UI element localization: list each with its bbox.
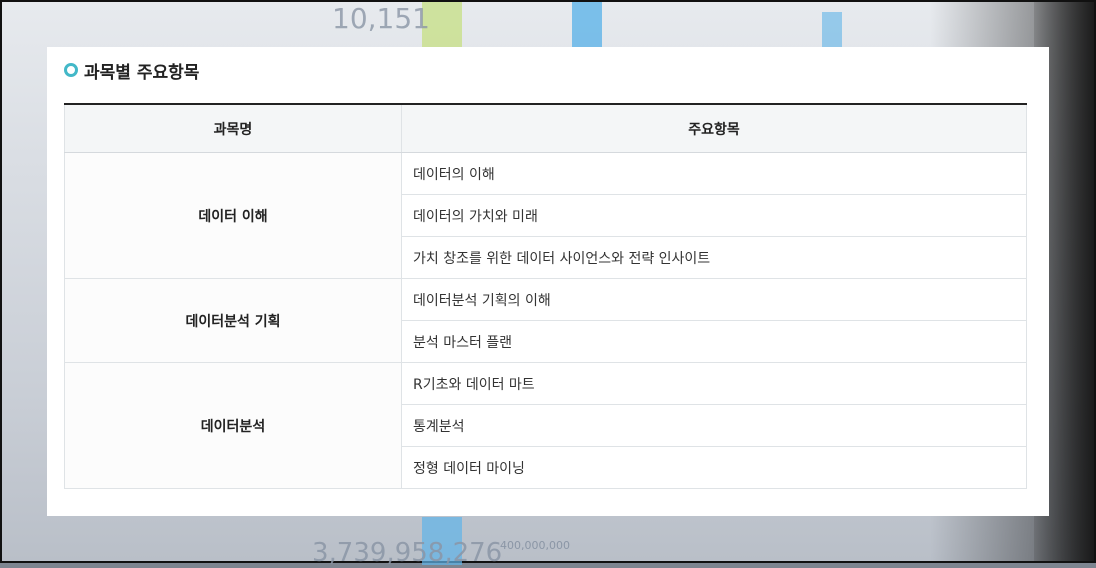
section-heading: 과목별 주요항목 — [64, 60, 200, 83]
table-row: 데이터분석 기획 데이터분석 기획의 이해 — [64, 278, 1027, 363]
table-row: 데이터 이해 데이터의 이해 — [64, 152, 1027, 279]
background-number: 10,151 — [332, 2, 430, 35]
background-number: 400,000,000 — [500, 539, 570, 552]
table-header-row: 과목명 주요항목 — [64, 103, 1027, 153]
item-cell: 데이터분석 기획의 이해 — [401, 278, 1027, 321]
table-row: 데이터분석 R기초와 데이터 마트 — [64, 362, 1027, 489]
subject-cell: 데이터분석 기획 — [64, 278, 402, 363]
header-subject: 과목명 — [64, 103, 402, 153]
ring-bullet-icon — [64, 63, 78, 77]
content-panel: 과목별 주요항목 과목명 주요항목 데이터 이해 데이터의 이해 데이터의 가치… — [47, 47, 1049, 516]
item-cell: 정형 데이터 마이닝 — [401, 446, 1027, 489]
item-cell: R기초와 데이터 마트 — [401, 362, 1027, 405]
item-cell: 분석 마스터 플랜 — [401, 320, 1027, 363]
subject-cell: 데이터분석 — [64, 362, 402, 489]
section-title: 과목별 주요항목 — [84, 62, 200, 83]
item-cell: 통계분석 — [401, 404, 1027, 447]
subject-table: 과목명 주요항목 데이터 이해 데이터의 이해 데이터의 가치와 미래 가치 창… — [64, 103, 1027, 489]
background-decor — [822, 12, 842, 50]
background-number: 3,739,958,276 — [312, 538, 503, 568]
item-cell: 데이터의 가치와 미래 — [401, 194, 1027, 237]
item-cell: 가치 창조를 위한 데이터 사이언스와 전략 인사이트 — [401, 236, 1027, 279]
item-cell: 데이터의 이해 — [401, 152, 1027, 195]
header-items: 주요항목 — [401, 103, 1027, 153]
background-decor — [572, 2, 602, 50]
subject-cell: 데이터 이해 — [64, 152, 402, 279]
